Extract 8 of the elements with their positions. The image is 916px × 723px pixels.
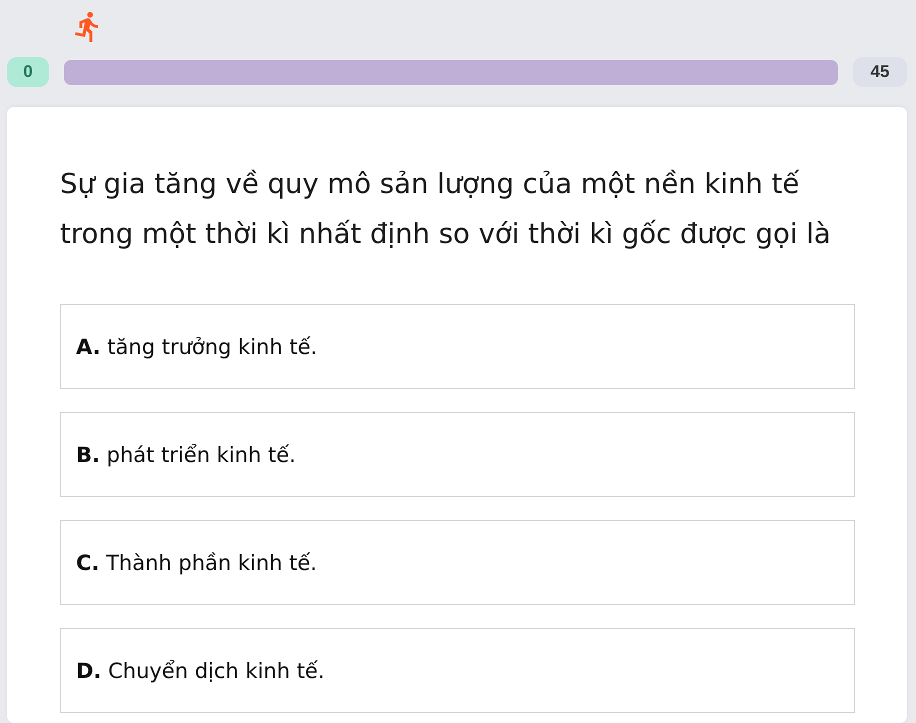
question-text: Sự gia tăng về quy mô sản lượng của một nền kinh tế trong một thời kì nhất định so với thời kì gốc được gọi là <box>60 167 832 252</box>
answer-option[interactable]: C. Thành phần kinh tế. <box>60 520 855 605</box>
score-badge: 0 <box>7 57 49 87</box>
answer-option[interactable]: B. phát triển kinh tế. <box>60 412 855 497</box>
answer-option[interactable]: D. Chuyển dịch kinh tế. <box>60 628 855 713</box>
runner-icon <box>75 12 98 42</box>
total-badge: 45 <box>853 57 907 87</box>
answer-option[interactable]: A. tăng trưởng kinh tế. <box>60 304 855 389</box>
